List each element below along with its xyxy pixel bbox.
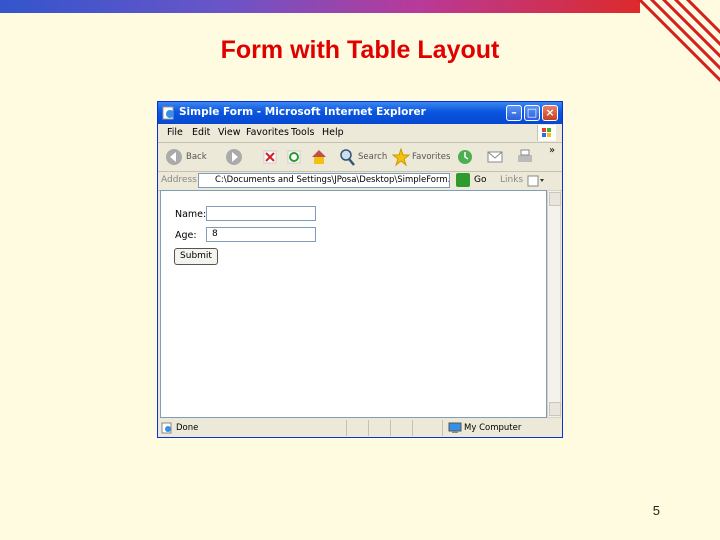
menu-bar: File Edit View Favorites Tools Help [158,124,562,143]
age-input[interactable]: 8 [206,227,316,242]
zone-text: My Computer [464,423,522,433]
favorites-label[interactable]: Favorites [412,152,450,162]
vertical-scrollbar[interactable] [547,190,561,418]
windows-logo-icon [537,125,556,141]
slide-title: Form with Table Layout [220,36,500,64]
refresh-icon[interactable] [286,147,302,167]
search-icon[interactable] [338,147,356,167]
status-panel [368,420,391,436]
menu-help[interactable]: Help [322,127,344,138]
toolbar-chevron-icon[interactable]: » [549,145,555,156]
my-computer-icon [448,422,462,433]
menu-tools[interactable]: Tools [291,127,314,138]
status-bar: Done My Computer [158,419,562,437]
address-label: Address [161,175,197,185]
back-arrow-icon[interactable] [164,147,184,167]
address-input[interactable]: C:\Documents and Settings\JPosa\Desktop\… [198,173,450,188]
scroll-up-arrow-icon[interactable] [549,192,561,206]
window-title: Simple Form - Microsoft Internet Explore… [179,106,426,118]
go-label[interactable]: Go [474,175,486,185]
status-panel [412,420,443,436]
name-label: Name: [175,209,207,220]
submit-button[interactable]: Submit [174,248,218,265]
minimize-button[interactable]: – [506,105,522,121]
mail-icon[interactable] [486,147,506,167]
print-icon[interactable] [516,147,534,167]
menu-view[interactable]: View [218,127,241,138]
age-label: Age: [175,230,197,241]
links-label[interactable]: Links [500,175,523,185]
top-gradient-bar [0,0,640,13]
page-done-icon [161,422,172,434]
browser-window: Simple Form - Microsoft Internet Explore… [157,101,563,438]
scroll-down-arrow-icon[interactable] [549,402,561,416]
search-label[interactable]: Search [358,152,387,162]
toolbar: Back Search Favorites » [158,143,562,172]
go-arrow-icon[interactable] [456,173,470,187]
back-label[interactable]: Back [186,152,207,162]
home-icon[interactable] [310,147,328,167]
menu-file[interactable]: File [167,127,183,138]
maximize-button[interactable]: □ [524,105,540,121]
links-icon[interactable] [526,174,546,188]
history-icon[interactable] [456,147,474,167]
address-bar: Address C:\Documents and Settings\JPosa\… [158,172,562,191]
close-button[interactable]: × [542,105,558,121]
status-panel [390,420,413,436]
ie-page-icon [162,106,174,120]
title-bar: Simple Form - Microsoft Internet Explore… [158,102,562,124]
menu-edit[interactable]: Edit [192,127,210,138]
status-text: Done [176,423,199,433]
page-content: Name: Age: 8 Submit [160,190,547,418]
stop-icon[interactable] [262,147,278,167]
status-panel [324,420,347,436]
name-input[interactable] [206,206,316,221]
forward-arrow-icon[interactable] [224,147,244,167]
page-number: 5 [652,503,660,518]
menu-favorites[interactable]: Favorites [246,127,289,138]
status-panel [346,420,369,436]
favorites-star-icon[interactable] [392,147,410,167]
